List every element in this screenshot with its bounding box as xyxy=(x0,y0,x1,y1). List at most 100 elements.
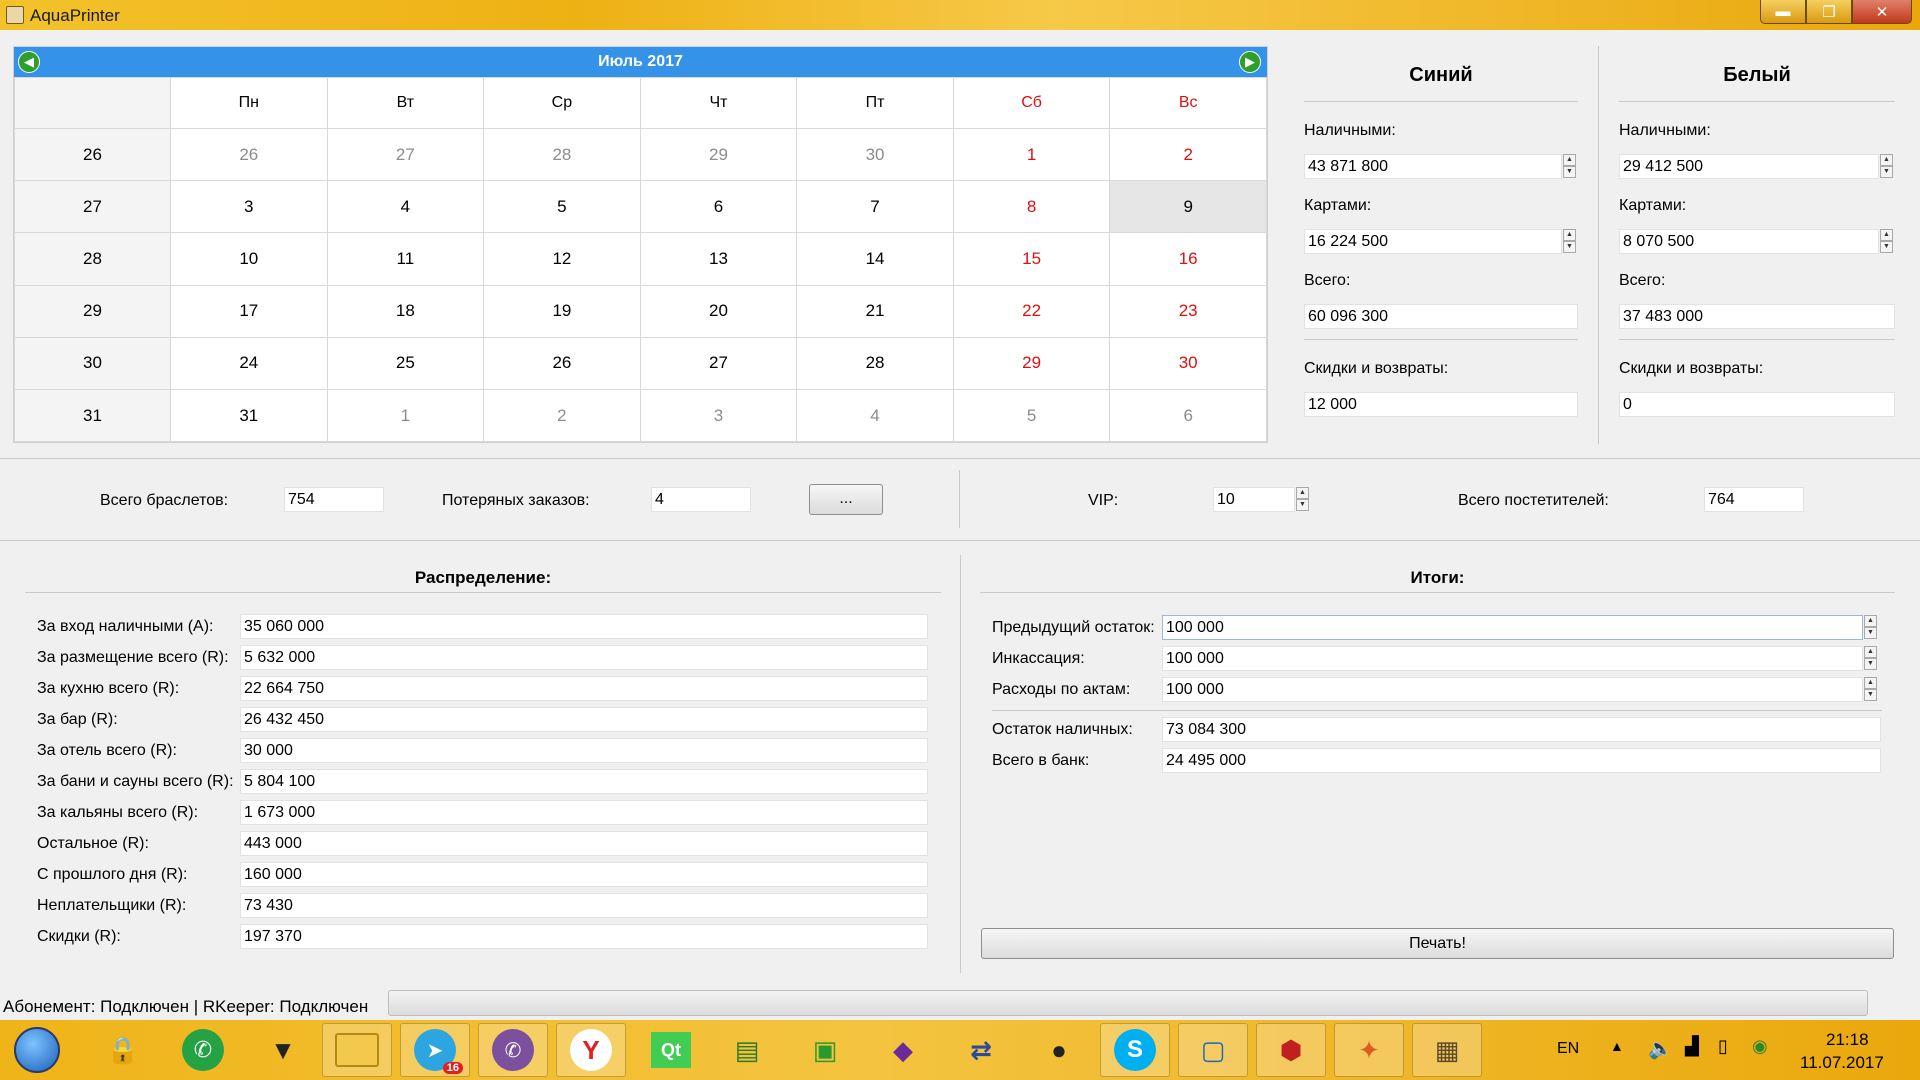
spin-down-icon[interactable]: ▼ xyxy=(1880,241,1893,253)
calendar-day[interactable]: 21 xyxy=(796,284,954,338)
clock-time[interactable]: 21:18 xyxy=(1826,1030,1869,1050)
calendar-day[interactable]: 25 xyxy=(326,336,485,390)
spin-up-icon[interactable]: ▲ xyxy=(1563,154,1576,166)
vip-field[interactable]: 10 xyxy=(1213,487,1295,512)
calendar-day[interactable]: 30 xyxy=(1109,336,1267,390)
collection-spinner[interactable]: ▲ ▼ xyxy=(1864,646,1877,671)
telegram-icon[interactable]: ➤ 16 xyxy=(400,1023,470,1077)
clock-date[interactable]: 11.07.2017 xyxy=(1800,1053,1884,1073)
dist-field[interactable]: 160 000 xyxy=(240,862,928,887)
calendar-day-selected[interactable]: 9 xyxy=(1109,180,1267,234)
blue-cash-field[interactable]: 43 871 800 xyxy=(1304,154,1562,179)
calendar-day[interactable]: 12 xyxy=(483,232,641,286)
calendar-day[interactable]: 2 xyxy=(1109,127,1267,182)
blue-cash-spinner[interactable]: ▲ ▼ xyxy=(1563,154,1576,179)
blue-cards-spinner[interactable]: ▲ ▼ xyxy=(1563,229,1576,254)
battery-icon[interactable]: ▯ xyxy=(1718,1036,1728,1057)
calendar-day[interactable]: 6 xyxy=(1109,388,1267,443)
dist-field[interactable]: 22 664 750 xyxy=(240,676,928,701)
calendar-day[interactable]: 30 xyxy=(796,127,954,182)
calendar-day[interactable]: 2 xyxy=(483,388,641,443)
colorful-app-icon[interactable]: ✦ xyxy=(1334,1023,1404,1077)
calendar-day[interactable]: 23 xyxy=(1109,284,1267,338)
minimize-button[interactable]: ▬ xyxy=(1760,0,1806,24)
calendar-day[interactable]: 27 xyxy=(639,336,798,390)
vip-spinner[interactable]: ▲ ▼ xyxy=(1296,487,1309,512)
volume-icon[interactable]: 🔈 xyxy=(1648,1036,1673,1061)
calendar-day[interactable]: 26 xyxy=(170,127,328,182)
calendar-day[interactable]: 8 xyxy=(952,180,1111,234)
cash-left-field[interactable]: 73 084 300 xyxy=(1162,717,1881,742)
virtualbox-icon[interactable]: ▢ xyxy=(1178,1023,1248,1077)
dist-field[interactable]: 35 060 000 xyxy=(240,614,928,639)
paint-app-icon[interactable]: ⬢ xyxy=(1256,1023,1326,1077)
dist-field[interactable]: 30 000 xyxy=(240,738,928,763)
calendar-day[interactable]: 11 xyxy=(326,232,485,286)
acts-expense-field[interactable]: 100 000 xyxy=(1162,677,1863,702)
close-button[interactable]: ✕ xyxy=(1852,0,1912,24)
spin-up-icon[interactable]: ▲ xyxy=(1880,154,1893,166)
calendar-day[interactable]: 3 xyxy=(639,388,798,443)
dist-field[interactable]: 26 432 450 xyxy=(240,707,928,732)
notepad-icon[interactable]: ▤ xyxy=(712,1023,782,1077)
file-explorer-icon[interactable] xyxy=(322,1023,392,1077)
calendar-day[interactable]: 18 xyxy=(326,284,485,338)
white-cash-field[interactable]: 29 412 500 xyxy=(1619,154,1879,179)
blue-cards-field[interactable]: 16 224 500 xyxy=(1304,229,1562,254)
title-bar[interactable]: AquaPrinter ▬ ❐ ✕ xyxy=(0,0,1920,30)
gimp-icon[interactable]: ● xyxy=(1024,1023,1094,1077)
calendar-month-year[interactable]: Июль 2017 xyxy=(14,53,1267,71)
calendar-day[interactable]: 13 xyxy=(639,232,798,286)
start-button[interactable] xyxy=(2,1023,72,1077)
white-cards-field[interactable]: 8 070 500 xyxy=(1619,229,1879,254)
white-cash-spinner[interactable]: ▲ ▼ xyxy=(1880,154,1893,179)
whatsapp-icon[interactable]: ✆ xyxy=(168,1023,238,1077)
calendar-day[interactable]: 19 xyxy=(483,284,641,338)
visitors-field[interactable]: 764 xyxy=(1704,487,1804,512)
bank-total-field[interactable]: 24 495 000 xyxy=(1162,748,1881,773)
security-app-icon[interactable]: 🔒 xyxy=(88,1023,158,1077)
collection-field[interactable]: 100 000 xyxy=(1162,646,1863,671)
network-status-icon[interactable]: ◉ xyxy=(1752,1036,1768,1057)
spin-down-icon[interactable]: ▼ xyxy=(1563,241,1576,253)
blue-total-field[interactable]: 60 096 300 xyxy=(1304,304,1578,329)
language-indicator[interactable]: EN xyxy=(1557,1040,1579,1058)
next-month-icon[interactable]: ▶ xyxy=(1239,51,1261,73)
calendar-day[interactable]: 4 xyxy=(326,180,485,234)
monitor-app-icon[interactable]: ▣ xyxy=(790,1023,860,1077)
dist-field[interactable]: 5 632 000 xyxy=(240,645,928,670)
dist-field[interactable]: 5 804 100 xyxy=(240,769,928,794)
acts-expense-spinner[interactable]: ▲ ▼ xyxy=(1864,677,1877,702)
spin-down-icon[interactable]: ▼ xyxy=(1864,658,1877,670)
calendar-day[interactable]: 17 xyxy=(170,284,328,338)
spin-down-icon[interactable]: ▼ xyxy=(1864,689,1877,701)
spin-up-icon[interactable]: ▲ xyxy=(1880,229,1893,241)
lost-orders-field[interactable]: 4 xyxy=(651,487,751,512)
skype-icon[interactable]: S xyxy=(1100,1023,1170,1077)
print-button[interactable]: Печать! xyxy=(981,928,1894,959)
spin-down-icon[interactable]: ▼ xyxy=(1563,166,1576,178)
maximize-button[interactable]: ❐ xyxy=(1806,0,1852,24)
yandex-browser-icon[interactable]: Y xyxy=(556,1023,626,1077)
calendar-day[interactable]: 29 xyxy=(952,336,1111,390)
details-button[interactable]: ... xyxy=(809,484,883,515)
calendar-day[interactable]: 4 xyxy=(796,388,954,443)
calendar-day[interactable]: 27 xyxy=(326,127,485,182)
prev-balance-spinner[interactable]: ▲ ▼ xyxy=(1864,615,1877,640)
spin-up-icon[interactable]: ▲ xyxy=(1864,646,1877,658)
aquaprinter-task-icon[interactable]: ▦ xyxy=(1412,1023,1482,1077)
dist-field[interactable]: 73 430 xyxy=(240,893,928,918)
white-discounts-field[interactable]: 0 xyxy=(1619,392,1895,417)
blue-discounts-field[interactable]: 12 000 xyxy=(1304,392,1578,417)
qt-creator-icon[interactable]: Qt xyxy=(636,1023,706,1077)
calendar-day[interactable]: 28 xyxy=(483,127,641,182)
calendar-day[interactable]: 29 xyxy=(639,127,798,182)
signal-icon[interactable]: ▟ xyxy=(1685,1036,1699,1057)
spin-up-icon[interactable]: ▲ xyxy=(1864,677,1877,689)
dist-field[interactable]: 197 370 xyxy=(240,924,928,949)
calendar-day[interactable]: 3 xyxy=(170,180,328,234)
fox-app-icon[interactable]: ▼ xyxy=(248,1023,318,1077)
calendar-day[interactable]: 31 xyxy=(170,388,328,443)
calendar-day[interactable]: 10 xyxy=(170,232,328,286)
calendar-day[interactable]: 22 xyxy=(952,284,1111,338)
